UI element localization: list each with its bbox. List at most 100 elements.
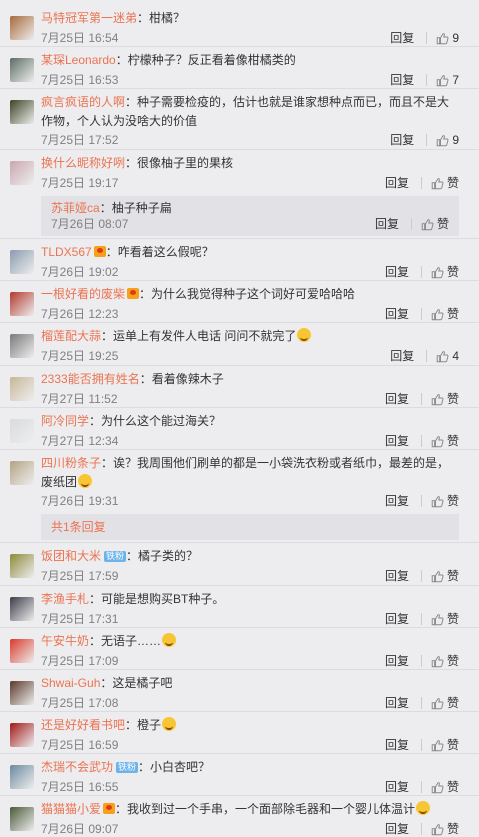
like-button[interactable]: 赞 <box>431 694 459 712</box>
comment-username[interactable]: 还是好好看书吧 <box>41 718 125 732</box>
more-replies-link[interactable]: 共1条回复 <box>41 514 459 540</box>
reply-button[interactable]: 回复 <box>390 131 414 149</box>
reply-button[interactable]: 回复 <box>385 174 409 192</box>
reply-button[interactable]: 回复 <box>385 263 409 281</box>
comment-username[interactable]: 换什么昵称好咧 <box>41 156 125 170</box>
comment-username[interactable]: 杰瑞不会武功 <box>41 760 113 774</box>
comment-actions: 回复 赞 <box>385 610 459 628</box>
avatar[interactable] <box>10 765 34 789</box>
reply-button[interactable]: 回复 <box>385 736 409 754</box>
like-button[interactable]: 赞 <box>431 567 459 585</box>
avatar[interactable] <box>10 597 34 621</box>
comment-text: 一根好看的废柴 ：为什么我觉得种子这个词好可爱哈哈哈 <box>41 285 459 304</box>
avatar[interactable] <box>10 807 34 831</box>
comment-username[interactable]: 饭团和大米 <box>41 549 101 563</box>
like-button[interactable]: 赞 <box>431 174 459 192</box>
reply-button[interactable]: 回复 <box>385 820 409 837</box>
comment-username[interactable]: 2333能否拥有姓名 <box>41 372 140 386</box>
avatar[interactable] <box>10 554 34 578</box>
like-button[interactable]: 赞 <box>431 820 459 837</box>
like-button[interactable]: 赞 <box>421 215 449 233</box>
like-button[interactable]: 赞 <box>431 305 459 323</box>
like-button[interactable]: 9 <box>436 29 459 47</box>
thumbs-up-icon <box>431 823 444 835</box>
action-divider <box>426 350 428 362</box>
like-count: 赞 <box>446 569 459 583</box>
emoji-icon <box>162 633 177 647</box>
comment-divider <box>0 585 479 586</box>
reply-button[interactable]: 回复 <box>385 610 409 628</box>
reply-button[interactable]: 回复 <box>375 215 399 233</box>
reply-button[interactable]: 回复 <box>385 305 409 323</box>
like-button[interactable]: 9 <box>436 131 459 149</box>
comment-username[interactable]: 李渔手札 <box>41 592 89 606</box>
comment-username[interactable]: 一根好看的废柴 <box>41 287 125 301</box>
reply-button[interactable]: 回复 <box>385 432 409 450</box>
thumbs-up-icon <box>421 218 434 230</box>
like-button[interactable]: 4 <box>436 347 459 365</box>
comment-username[interactable]: 榴莲配大蒜 <box>41 329 101 343</box>
avatar[interactable] <box>10 292 34 316</box>
comment-username[interactable]: 阿冷同学 <box>41 414 89 428</box>
avatar[interactable] <box>10 334 34 358</box>
comment-text: Shwai-Guh：这是橘子吧 <box>41 674 459 693</box>
emoji-icon <box>416 801 431 815</box>
comment-username[interactable]: 马特冠军第一迷弟 <box>41 11 137 25</box>
reply-button[interactable]: 回复 <box>385 567 409 585</box>
comment-username[interactable]: 午安牛奶 <box>41 634 89 648</box>
avatar[interactable] <box>10 681 34 705</box>
comment-text: 疯言疯语的人啊：种子需要检疫的，估计也就是谁家想种点而已，而且不是大作物，个人认… <box>41 93 459 131</box>
action-divider <box>420 435 422 447</box>
reply-button[interactable]: 回复 <box>390 29 414 47</box>
action-divider <box>420 495 422 507</box>
like-button[interactable]: 赞 <box>431 263 459 281</box>
comment-username[interactable]: 疯言疯语的人啊 <box>41 95 125 109</box>
comment-username[interactable]: 猫猫猫小爱 <box>41 802 101 816</box>
like-button[interactable]: 赞 <box>431 610 459 628</box>
like-button[interactable]: 赞 <box>431 432 459 450</box>
reply-button[interactable]: 回复 <box>385 492 409 510</box>
comment-actions: 回复 赞 <box>385 305 459 323</box>
reply-button[interactable]: 回复 <box>385 390 409 408</box>
comment-divider <box>0 669 479 670</box>
like-count: 赞 <box>446 738 459 752</box>
avatar[interactable] <box>10 639 34 663</box>
action-divider <box>410 218 412 230</box>
like-count: 赞 <box>446 696 459 710</box>
comment-username[interactable]: TLDX567 <box>41 245 92 259</box>
avatar[interactable] <box>10 161 34 185</box>
avatar[interactable] <box>10 419 34 443</box>
comment-username[interactable]: Shwai-Guh <box>41 676 100 690</box>
avatar[interactable] <box>10 100 34 124</box>
reply-button[interactable]: 回复 <box>385 778 409 796</box>
comment-divider <box>0 627 479 628</box>
reply-button[interactable]: 回复 <box>385 652 409 670</box>
comment-divider <box>0 280 479 281</box>
like-button[interactable]: 赞 <box>431 390 459 408</box>
avatar[interactable] <box>10 250 34 274</box>
like-button[interactable]: 赞 <box>431 736 459 754</box>
reply-button[interactable]: 回复 <box>385 694 409 712</box>
like-button[interactable]: 7 <box>436 71 459 89</box>
comment-divider <box>0 407 479 408</box>
sub-reply-username[interactable]: 苏菲娅ca <box>51 201 100 215</box>
comment-username[interactable]: 某琛Leonardo <box>41 53 116 67</box>
avatar[interactable] <box>10 16 34 40</box>
like-button[interactable]: 赞 <box>431 778 459 796</box>
emoji-icon <box>162 717 177 731</box>
reply-button[interactable]: 回复 <box>390 347 414 365</box>
comment-divider <box>0 88 479 89</box>
avatar[interactable] <box>10 723 34 747</box>
fan-badge-icon <box>127 288 140 299</box>
avatar[interactable] <box>10 461 34 485</box>
like-count: 7 <box>452 73 459 87</box>
like-button[interactable]: 赞 <box>431 492 459 510</box>
comment-body: ：很像柚子里的果核 <box>125 156 234 170</box>
comment-actions: 回复 9 <box>390 131 459 149</box>
avatar[interactable] <box>10 377 34 401</box>
comment-username[interactable]: 四川粉条子 <box>41 456 101 470</box>
like-button[interactable]: 赞 <box>431 652 459 670</box>
avatar[interactable] <box>10 58 34 82</box>
reply-button[interactable]: 回复 <box>390 71 414 89</box>
thumbs-up-icon <box>431 495 444 507</box>
